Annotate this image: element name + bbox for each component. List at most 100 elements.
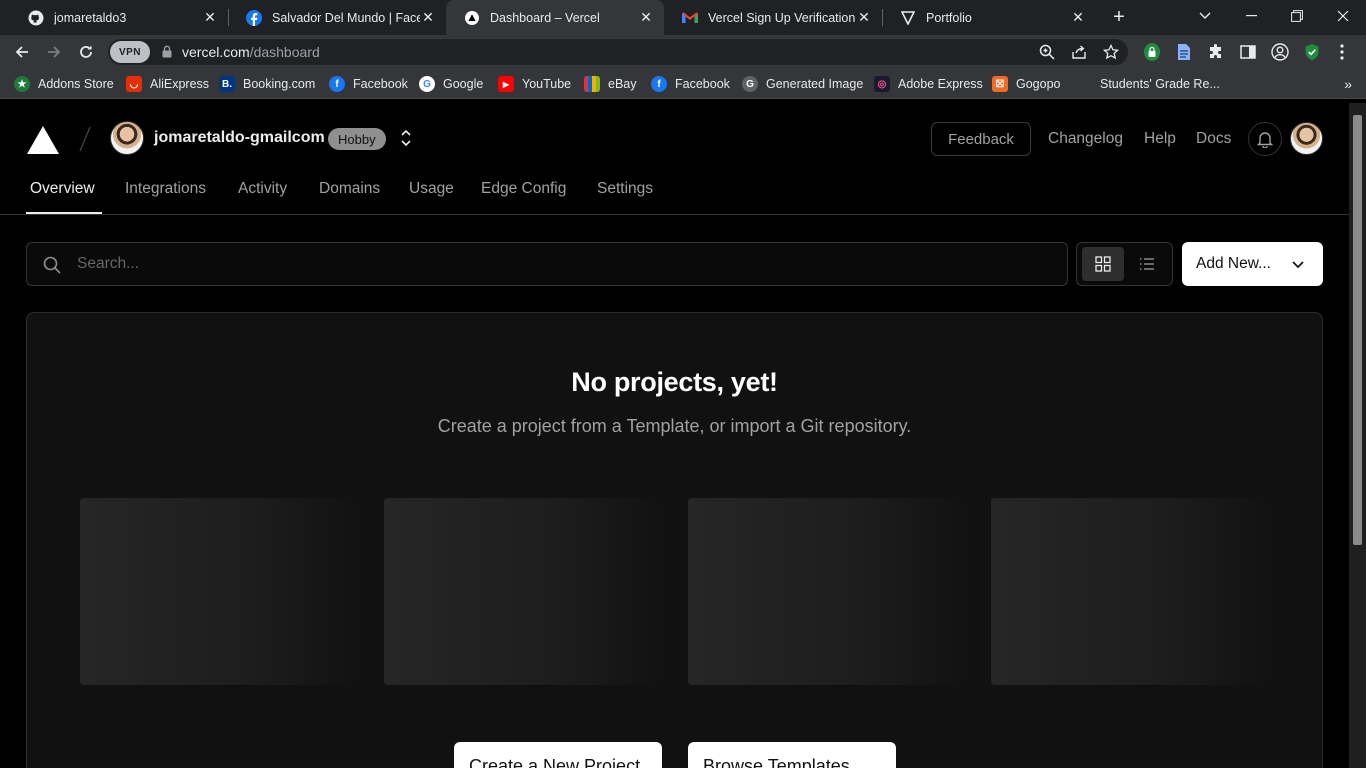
help-link[interactable]: Help — [1144, 130, 1176, 148]
minimize-icon[interactable] — [1228, 0, 1274, 32]
bookmark-label: Gogopo — [1016, 77, 1061, 91]
share-icon[interactable] — [1070, 43, 1088, 61]
page-scrollbar[interactable] — [1349, 103, 1366, 768]
bookmark-item[interactable]: f Facebook — [651, 75, 730, 93]
bookmark-item[interactable]: B. Booking.com — [219, 75, 315, 93]
page-viewport: jomaretaldo-gmailcom Hobby Feedback Chan… — [0, 103, 1349, 768]
project-search — [26, 242, 1068, 286]
bookmark-item[interactable]: ★ Addons Store — [14, 75, 114, 93]
docs-link[interactable]: Docs — [1196, 130, 1231, 148]
gmail-icon — [682, 10, 698, 26]
browser-tab[interactable]: Salvador Del Mundo | Facebo ✕ — [228, 0, 446, 35]
empty-state-title: No projects, yet! — [571, 367, 778, 397]
bookmark-label: Facebook — [353, 77, 408, 91]
template-placeholder — [384, 498, 666, 685]
bookmark-item[interactable]: eBay — [584, 75, 637, 93]
bookmark-item[interactable]: G Google — [419, 75, 483, 93]
vpn-extension-icon[interactable] — [1142, 42, 1162, 62]
tab-search-icon[interactable] — [1182, 0, 1228, 32]
close-icon[interactable]: ✕ — [202, 9, 218, 26]
grid-view-icon[interactable] — [1082, 247, 1124, 281]
tab-settings[interactable]: Settings — [597, 180, 653, 198]
vercel-icon — [900, 10, 916, 26]
vpn-badge[interactable]: VPN — [110, 41, 150, 63]
account-name[interactable]: jomaretaldo-gmailcom — [154, 129, 325, 147]
tab-edge-config[interactable]: Edge Config — [481, 180, 566, 198]
browser-toolbar: VPN vercel.com/dashboard — [0, 35, 1366, 69]
list-view-icon[interactable] — [1126, 247, 1168, 281]
browser-tab[interactable]: Portfolio ✕ — [882, 0, 1096, 35]
bookmark-star-icon[interactable] — [1102, 43, 1120, 61]
empty-state-card: No projects, yet! Create a project from … — [26, 312, 1323, 768]
ebay-icon — [584, 76, 600, 92]
browse-templates-button[interactable]: Browse Templates — [688, 742, 896, 768]
close-icon[interactable]: ✕ — [420, 9, 436, 26]
menu-kebab-icon[interactable] — [1332, 42, 1352, 62]
template-placeholder — [688, 498, 970, 685]
browser-tab-strip: jomaretaldo3 ✕ Salvador Del Mundo | Face… — [0, 0, 1366, 35]
close-icon[interactable]: ✕ — [638, 9, 654, 26]
tab-overview[interactable]: Overview — [30, 180, 95, 198]
add-new-button[interactable]: Add New... — [1182, 242, 1323, 286]
reload-icon[interactable] — [73, 39, 99, 65]
document-extension-icon[interactable] — [1174, 42, 1194, 62]
close-icon[interactable]: ✕ — [856, 9, 872, 26]
bookmark-item[interactable]: ◡ AliExpress — [126, 75, 209, 93]
browser-tab[interactable]: jomaretaldo3 ✕ — [10, 0, 228, 35]
changelog-link[interactable]: Changelog — [1048, 130, 1123, 148]
bookmark-item[interactable]: G Generated Image — [742, 75, 863, 93]
header-divider — [0, 214, 1349, 215]
google-icon: G — [419, 76, 435, 92]
notifications-bell-icon[interactable] — [1248, 122, 1282, 156]
close-window-icon[interactable] — [1320, 0, 1366, 32]
tab-title: Vercel Sign Up Verification ( — [708, 10, 856, 25]
feedback-button[interactable]: Feedback — [931, 122, 1031, 156]
create-project-button[interactable]: Create a New Project — [454, 742, 662, 768]
back-icon[interactable] — [9, 39, 35, 65]
tab-title: Portfolio — [926, 10, 972, 25]
tab-domains[interactable]: Domains — [319, 180, 380, 198]
user-avatar[interactable] — [1290, 122, 1323, 155]
bookmark-item[interactable]: Students' Grade Re... — [1100, 75, 1220, 93]
tab-title: jomaretaldo3 — [54, 10, 127, 25]
tab-activity[interactable]: Activity — [238, 180, 287, 198]
close-icon[interactable]: ✕ — [1070, 9, 1086, 26]
browser-tab[interactable]: Vercel Sign Up Verification ( ✕ — [664, 0, 882, 35]
restore-icon[interactable] — [1274, 0, 1320, 32]
zoom-icon[interactable] — [1038, 43, 1056, 61]
booking-icon: B. — [219, 76, 235, 92]
account-avatar[interactable] — [110, 121, 144, 155]
tab-usage[interactable]: Usage — [409, 180, 454, 198]
plan-badge: Hobby — [328, 128, 386, 150]
new-tab-button[interactable]: + — [1108, 6, 1130, 28]
tab-integrations[interactable]: Integrations — [125, 180, 206, 198]
search-input[interactable] — [75, 243, 1055, 285]
shield-check-icon[interactable] — [1302, 42, 1322, 62]
url-host: vercel.com — [182, 44, 250, 60]
youtube-icon: ▶ — [498, 76, 514, 92]
bookmark-item[interactable]: ☒ Gogopo — [992, 75, 1060, 93]
facebook-icon: f — [651, 76, 667, 92]
chevron-down-icon — [1292, 261, 1304, 269]
forward-icon[interactable] — [41, 39, 67, 65]
address-bar[interactable]: VPN vercel.com/dashboard — [108, 39, 1128, 65]
url-path: /dashboard — [249, 44, 320, 60]
lock-icon[interactable] — [162, 45, 172, 63]
side-panel-icon[interactable] — [1238, 42, 1258, 62]
bookmark-label: Facebook — [675, 77, 730, 91]
scrollbar-thumb[interactable] — [1353, 115, 1362, 545]
vercel-icon — [464, 10, 480, 26]
extensions-puzzle-icon[interactable] — [1206, 42, 1226, 62]
bookmark-item[interactable]: ▶ YouTube — [498, 75, 571, 93]
vercel-logo-icon[interactable] — [26, 125, 60, 160]
browser-tab-active[interactable]: Dashboard – Vercel ✕ — [446, 0, 664, 35]
chevron-right-double-icon[interactable]: » — [1344, 76, 1352, 92]
bookmark-item[interactable]: f Facebook — [329, 75, 408, 93]
bookmark-label: Generated Image — [766, 77, 864, 91]
bookmark-label: YouTube — [522, 77, 572, 91]
bookmark-item[interactable]: ◎ Adobe Express — [874, 75, 983, 93]
profile-icon[interactable] — [1270, 42, 1290, 62]
github-icon — [28, 10, 44, 26]
account-switcher-chevron-icon[interactable] — [398, 127, 414, 149]
addons-store-icon: ★ — [14, 76, 30, 92]
